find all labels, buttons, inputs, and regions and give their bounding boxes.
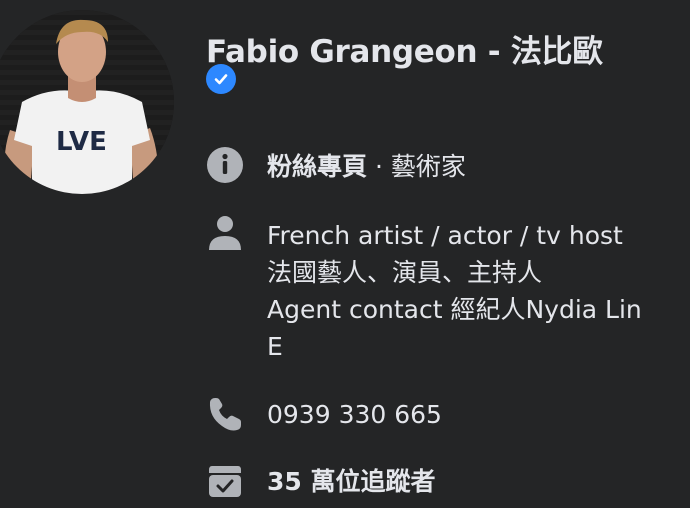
profile-avatar[interactable]: LVE [0, 10, 174, 194]
bio-line: 法國藝人、演員、主持人 [267, 258, 543, 287]
bio-line: Agent contact 經紀人Nydia Lin [267, 295, 642, 324]
bio-text: French artist / actor / tv host 法國藝人、演員、… [267, 217, 642, 365]
check-box-icon [209, 466, 241, 497]
category-type[interactable]: 粉絲專頁 [267, 152, 367, 181]
page-name[interactable]: Fabio Grangeon - 法比歐 [206, 26, 603, 71]
phone-icon [209, 398, 241, 431]
info-icon [207, 147, 243, 183]
verified-badge-icon[interactable] [206, 64, 236, 94]
category-value[interactable]: 藝術家 [391, 152, 466, 181]
followers-count[interactable]: 35 萬位追蹤者 [267, 463, 436, 500]
avatar-photo: LVE [0, 10, 174, 194]
category-separator: · [367, 152, 391, 181]
bio-line: French artist / actor / tv host [267, 221, 623, 250]
phone-number[interactable]: 0939 330 665 [267, 396, 442, 433]
avatar-shirt-text: LVE [56, 127, 107, 157]
person-icon [209, 216, 241, 250]
bio-line: E [267, 332, 283, 361]
check-icon [214, 74, 228, 85]
